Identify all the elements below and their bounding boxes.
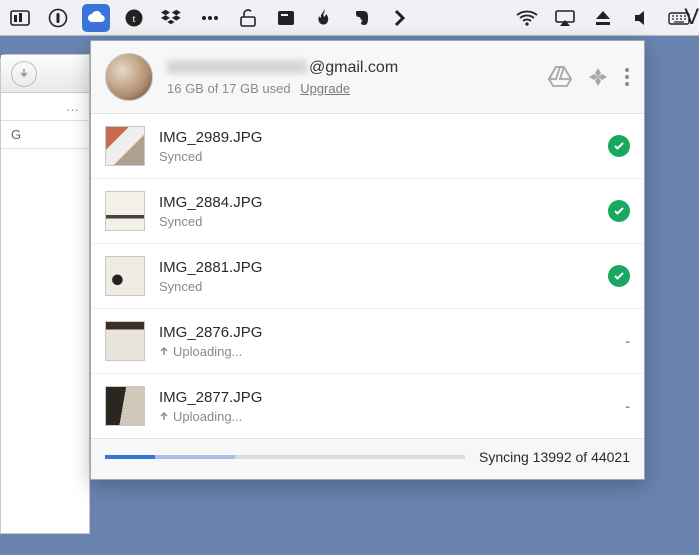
file-name: IMG_2877.JPG — [159, 389, 611, 406]
uploading-indicator-icon: - — [625, 333, 630, 349]
tray-icon-chevron[interactable] — [386, 4, 414, 32]
file-row[interactable]: IMG_2884.JPG Synced — [91, 179, 644, 244]
email-blurred-part — [167, 60, 307, 74]
file-name: IMG_2884.JPG — [159, 194, 594, 211]
tray-icon-airplay[interactable] — [551, 4, 579, 32]
tray-icon-volume[interactable] — [627, 4, 655, 32]
sync-progress-bar — [105, 455, 465, 459]
bg-row-label: G — [11, 127, 21, 142]
tray-icon-backup-cloud[interactable] — [82, 4, 110, 32]
upload-arrow-icon — [159, 411, 169, 421]
drive-icon[interactable] — [548, 66, 572, 88]
menubar: t V — [0, 0, 699, 36]
tray-icon-wifi[interactable] — [513, 4, 541, 32]
file-list: IMG_2989.JPG Synced IMG_2884.JPG Synced … — [91, 114, 644, 438]
tray-icon-circle-t[interactable]: t — [120, 4, 148, 32]
file-thumbnail — [105, 321, 145, 361]
file-name: IMG_2989.JPG — [159, 129, 594, 146]
synced-check-icon — [608, 265, 630, 287]
file-thumbnail — [105, 126, 145, 166]
file-row[interactable]: IMG_2989.JPG Synced — [91, 114, 644, 179]
synced-check-icon — [608, 200, 630, 222]
tray-icon-doc[interactable] — [272, 4, 300, 32]
sync-count-text: Syncing 13992 of 44021 — [479, 449, 630, 465]
download-circle-icon — [11, 61, 37, 87]
uploading-indicator-icon: - — [625, 398, 630, 414]
tray-icon-1password[interactable] — [44, 4, 72, 32]
tray-icon-eject[interactable] — [589, 4, 617, 32]
user-email: @gmail.com — [167, 59, 548, 77]
file-status: Synced — [159, 149, 594, 164]
storage-usage: 16 GB of 17 GB used — [167, 81, 291, 96]
panel-footer: Syncing 13992 of 44021 — [91, 438, 644, 479]
file-status: Uploading... — [159, 344, 611, 359]
background-window: … G — [0, 54, 90, 534]
file-thumbnail — [105, 386, 145, 426]
progress-mid-segment — [155, 455, 234, 459]
tray-icon-evernote[interactable] — [348, 4, 376, 32]
file-thumbnail — [105, 256, 145, 296]
file-status: Uploading... — [159, 409, 611, 424]
panel-header: @gmail.com 16 GB of 17 GB used Upgrade — [91, 41, 644, 114]
tray-icon-dropbox[interactable] — [158, 4, 186, 32]
truncated-app-letter: V — [684, 4, 699, 30]
upload-arrow-icon — [159, 346, 169, 356]
more-menu-icon[interactable] — [624, 66, 630, 88]
tray-icon-meter[interactable] — [6, 4, 34, 32]
user-avatar[interactable] — [105, 53, 153, 101]
file-name: IMG_2876.JPG — [159, 324, 611, 341]
file-thumbnail — [105, 191, 145, 231]
tray-icon-overflow[interactable] — [196, 4, 224, 32]
drive-sync-panel: @gmail.com 16 GB of 17 GB used Upgrade I… — [90, 40, 645, 480]
photos-icon[interactable] — [586, 65, 610, 89]
file-status: Synced — [159, 214, 594, 229]
file-row[interactable]: IMG_2877.JPG Uploading... - — [91, 374, 644, 438]
tray-icon-flame[interactable] — [310, 4, 338, 32]
file-row[interactable]: IMG_2876.JPG Uploading... - — [91, 309, 644, 374]
progress-dark-segment — [105, 455, 155, 459]
file-name: IMG_2881.JPG — [159, 259, 594, 276]
synced-check-icon — [608, 135, 630, 157]
file-status: Synced — [159, 279, 594, 294]
svg-text:t: t — [132, 13, 135, 25]
tray-icon-unlock[interactable] — [234, 4, 262, 32]
file-row[interactable]: IMG_2881.JPG Synced — [91, 244, 644, 309]
upgrade-link[interactable]: Upgrade — [300, 81, 350, 96]
